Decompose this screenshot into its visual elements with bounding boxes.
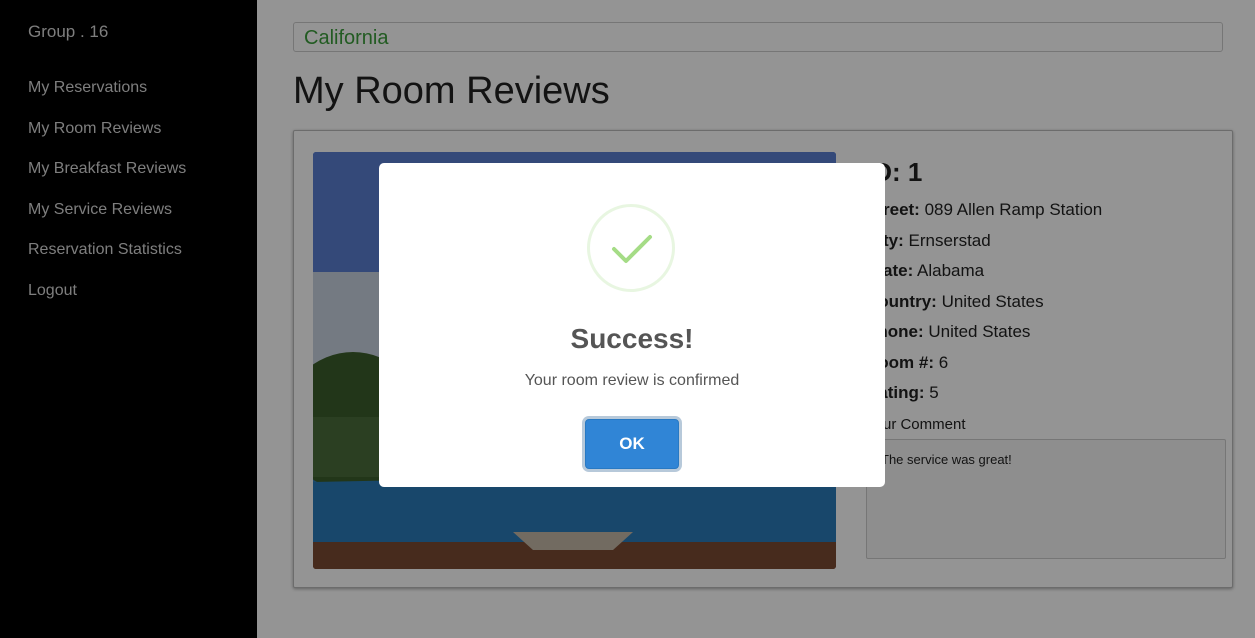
success-icon-ring xyxy=(587,204,675,292)
app-window: Group . 16 My Reservations My Room Revie… xyxy=(8,0,1255,638)
dialog-title: Success! xyxy=(570,323,694,354)
dialog-message: Your room review is confirmed xyxy=(524,372,740,389)
success-dialog: Success! Your room review is confirmed O… xyxy=(379,163,885,487)
check-icon xyxy=(612,235,652,263)
ok-button[interactable]: OK xyxy=(585,419,679,469)
